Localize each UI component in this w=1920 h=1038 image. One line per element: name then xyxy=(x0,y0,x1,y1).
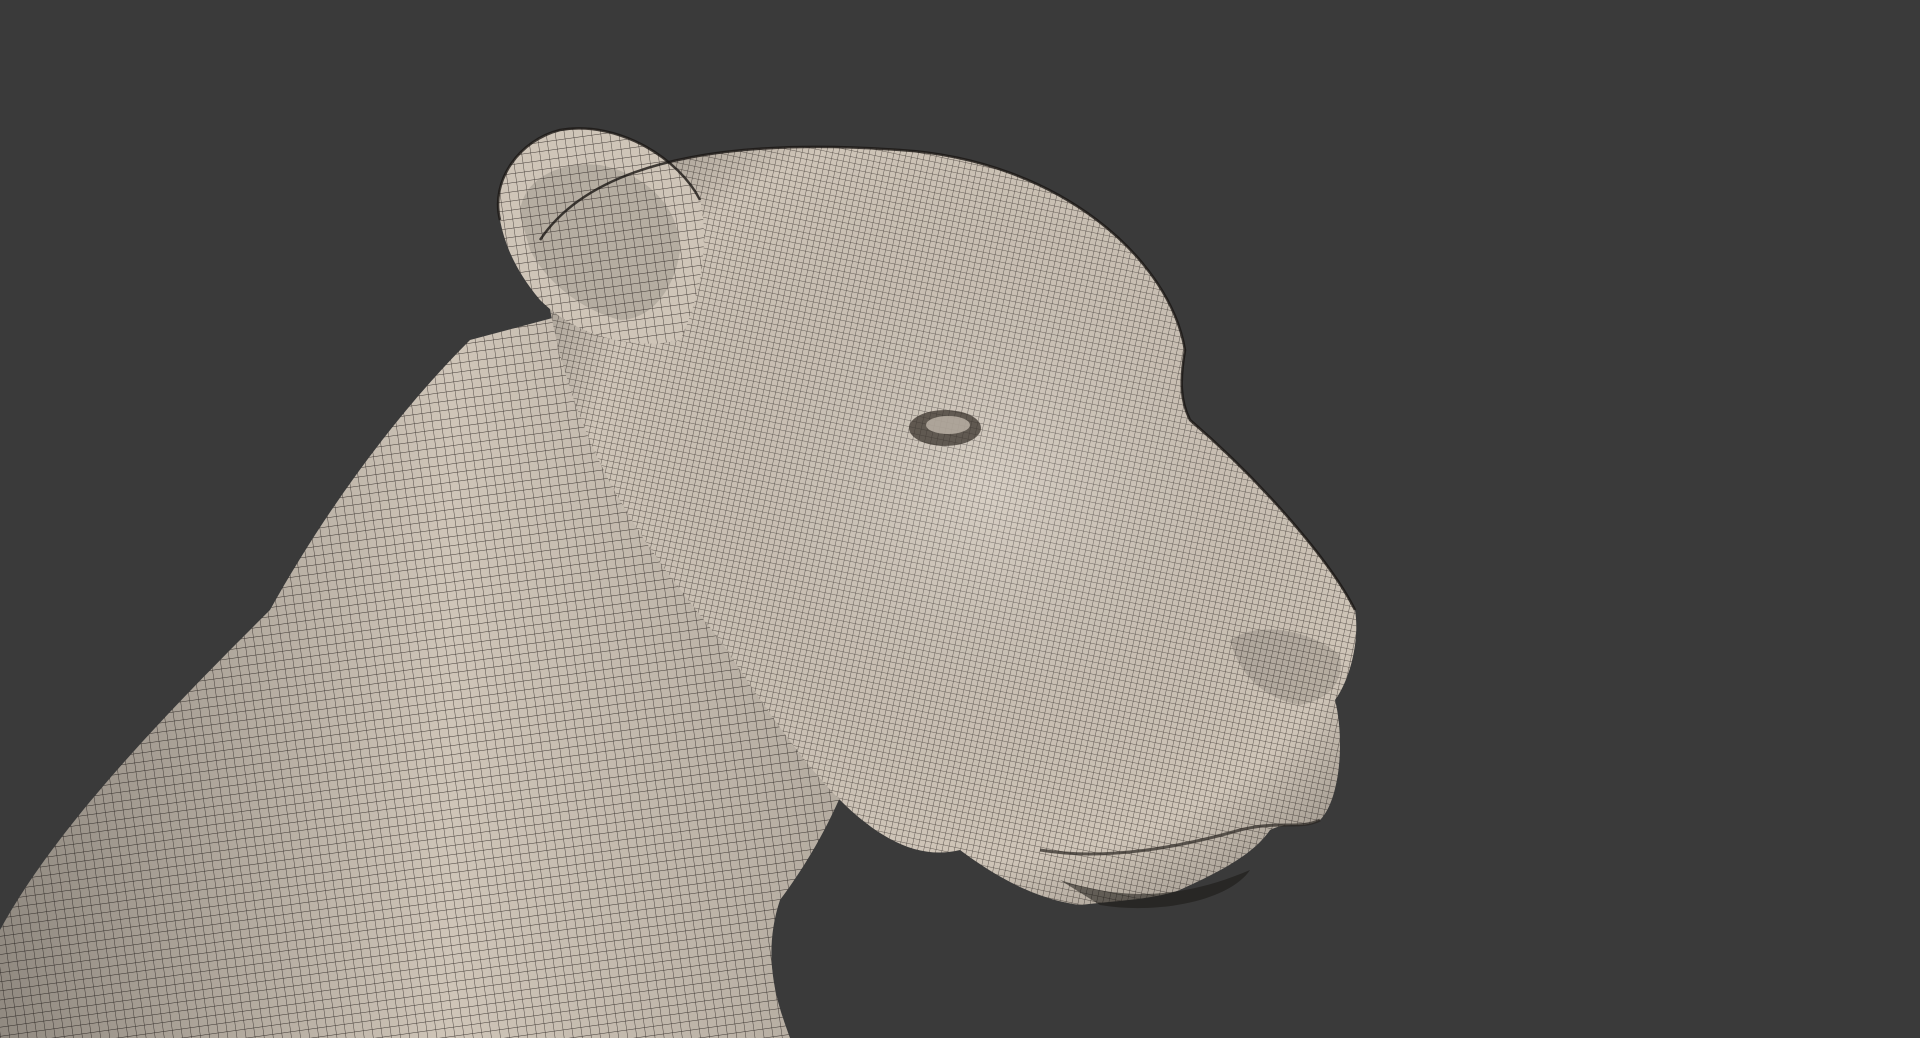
3d-viewport[interactable] xyxy=(0,0,1920,1038)
wireframe-model-render xyxy=(0,127,1357,1038)
